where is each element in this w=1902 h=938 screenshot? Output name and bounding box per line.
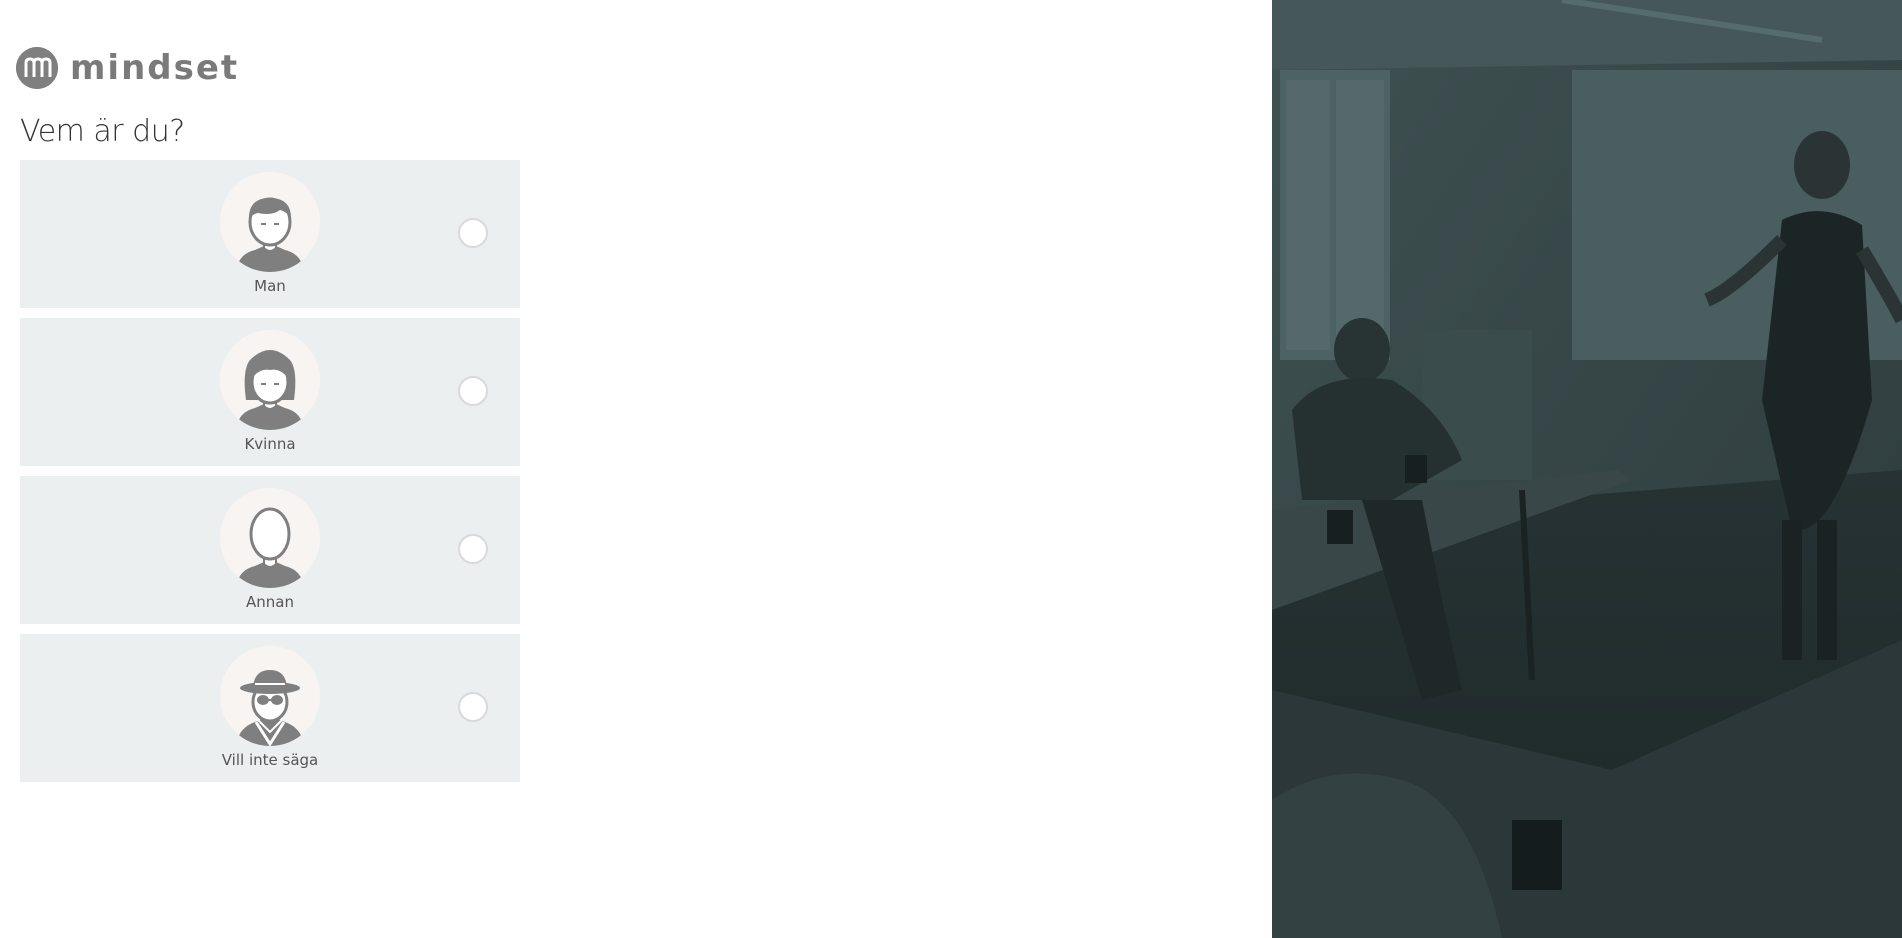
option-label: Kvinna bbox=[244, 435, 296, 453]
logo: mindset bbox=[16, 46, 239, 90]
other-avatar-icon bbox=[220, 488, 320, 588]
radio-button[interactable] bbox=[458, 534, 488, 564]
man-avatar-icon bbox=[220, 172, 320, 272]
radio-button[interactable] bbox=[458, 692, 488, 722]
page: mindset Vem är du? Man Kvinna Annan Vill… bbox=[0, 0, 1902, 938]
radio-button[interactable] bbox=[458, 218, 488, 248]
option-man[interactable]: Man bbox=[20, 160, 520, 308]
option-label: Vill inte säga bbox=[221, 751, 319, 769]
mindset-logo-icon bbox=[16, 47, 58, 89]
option-label: Man bbox=[254, 277, 286, 295]
option-other[interactable]: Annan bbox=[20, 476, 520, 624]
radio-button[interactable] bbox=[458, 376, 488, 406]
spy-avatar-icon bbox=[220, 646, 320, 746]
left-panel: mindset Vem är du? Man Kvinna Annan Vill… bbox=[0, 0, 1272, 938]
option-woman[interactable]: Kvinna bbox=[20, 318, 520, 466]
woman-avatar-icon bbox=[220, 330, 320, 430]
gender-options: Man Kvinna Annan Vill inte säga bbox=[20, 160, 520, 792]
option-prefer-not-to-say[interactable]: Vill inte säga bbox=[20, 634, 520, 782]
option-label: Annan bbox=[246, 593, 294, 611]
page-title: Vem är du? bbox=[20, 114, 185, 149]
logo-text: mindset bbox=[70, 48, 240, 88]
hero-photo bbox=[1272, 0, 1902, 938]
